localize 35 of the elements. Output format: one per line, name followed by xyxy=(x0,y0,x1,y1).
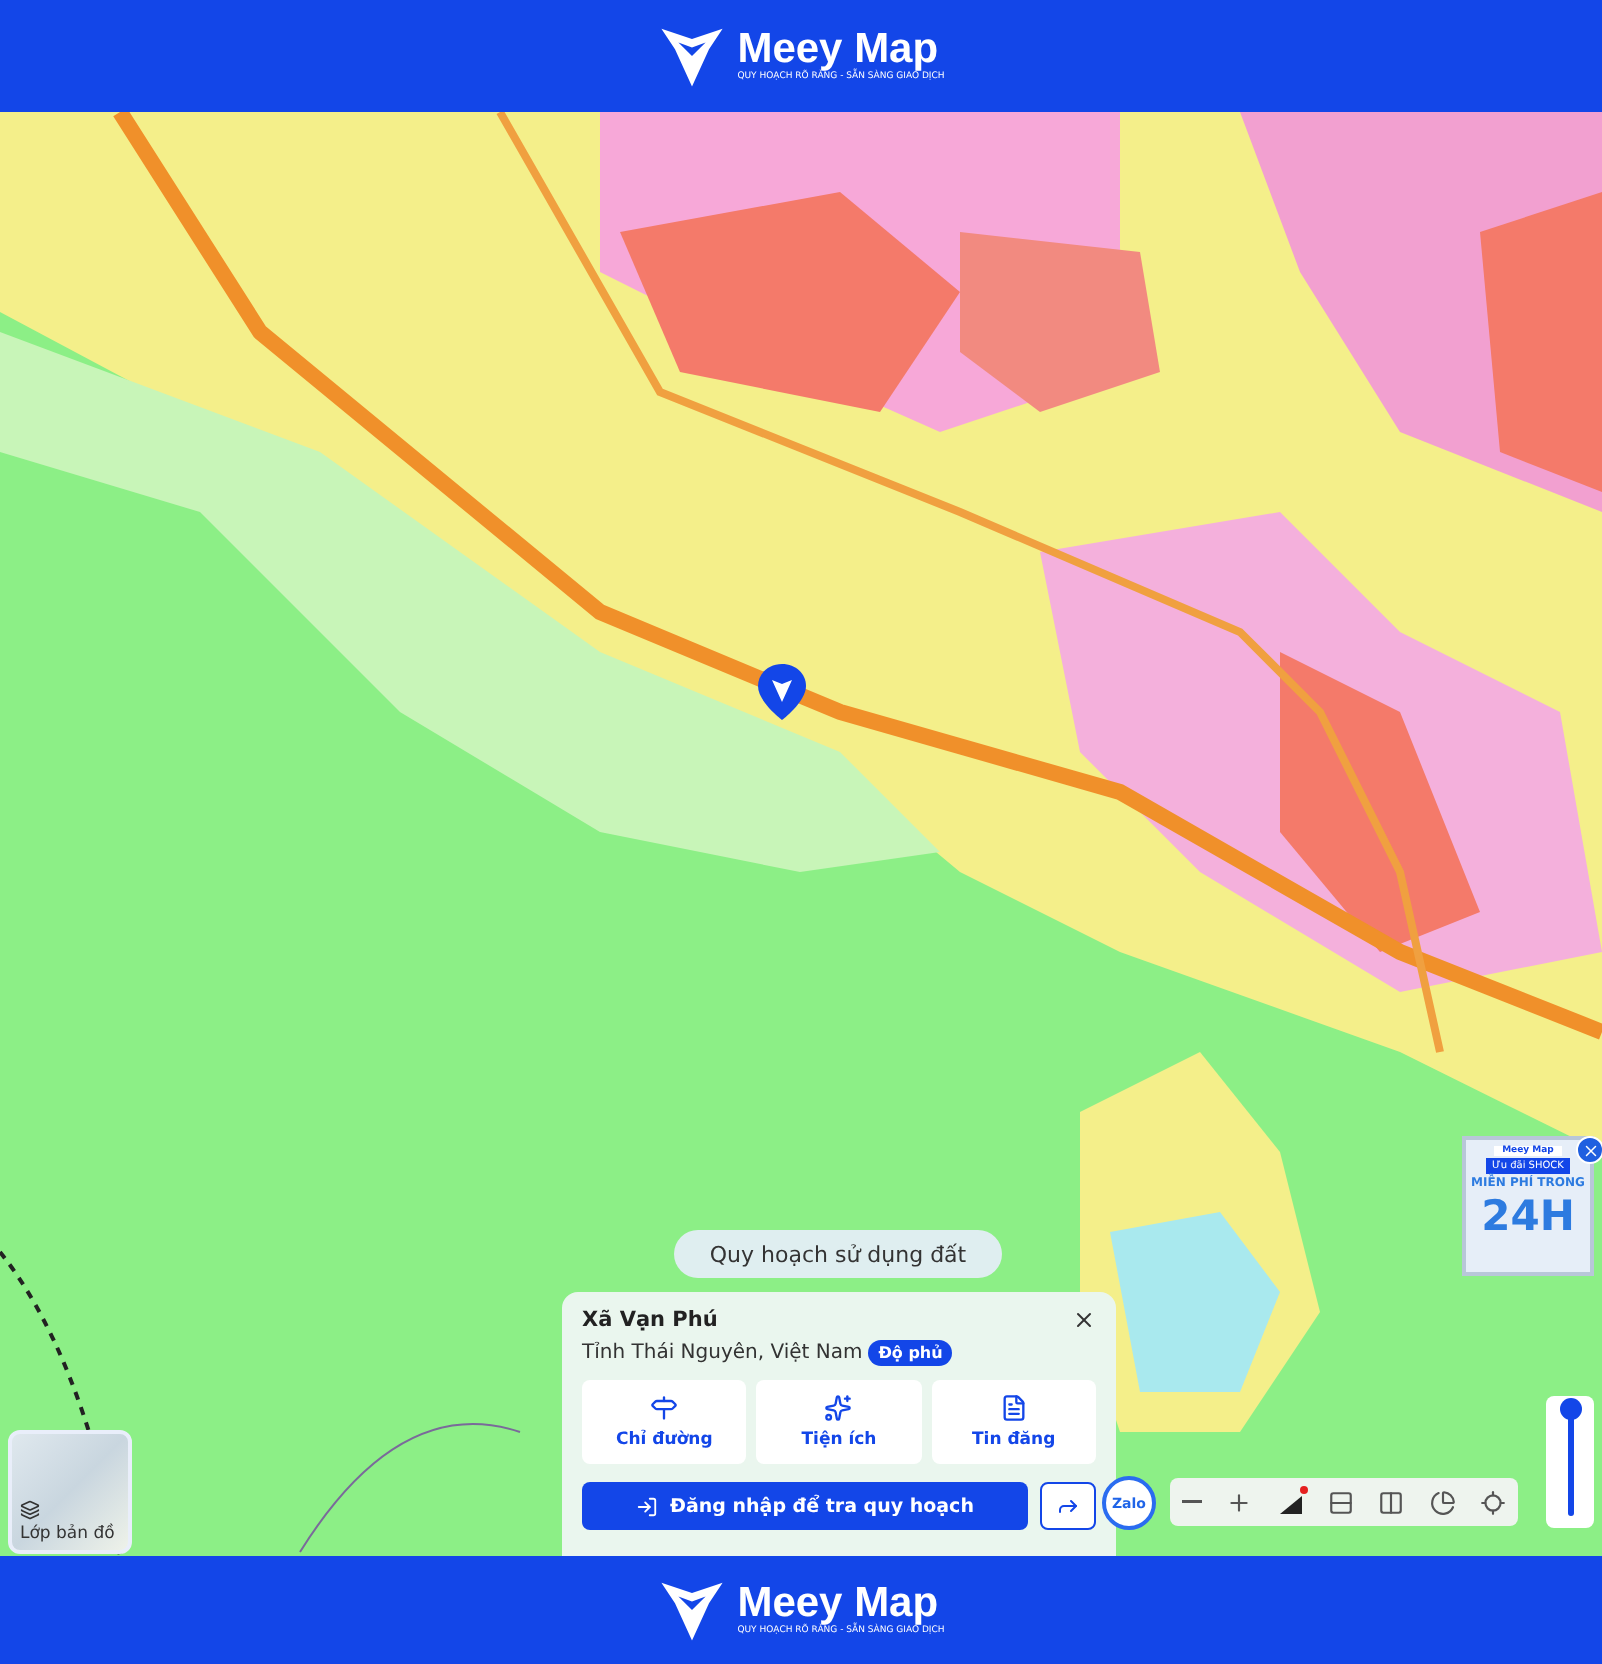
login-button[interactable]: Đăng nhập để tra quy hoạch xyxy=(582,1482,1028,1530)
locate-button[interactable] xyxy=(1479,1489,1506,1515)
pie-chart-button[interactable] xyxy=(1429,1489,1456,1515)
close-button[interactable] xyxy=(1072,1308,1096,1332)
rows-button[interactable] xyxy=(1327,1489,1354,1515)
opacity-slider[interactable] xyxy=(1546,1396,1594,1528)
close-icon xyxy=(1072,1308,1096,1332)
plus-icon xyxy=(1226,1489,1253,1515)
action-button[interactable]: Tin đăng xyxy=(931,1380,1096,1464)
pie-chart-icon xyxy=(1429,1489,1456,1515)
share-button[interactable] xyxy=(1040,1482,1096,1530)
share-icon xyxy=(1056,1494,1080,1518)
map-layers-button[interactable]: Lớp bản đồ xyxy=(8,1430,132,1554)
sparkle-icon xyxy=(824,1394,853,1422)
action-button[interactable]: Chỉ đường xyxy=(582,1380,747,1464)
login-icon xyxy=(636,1495,659,1517)
signpost-icon xyxy=(650,1394,679,1422)
map-style-button[interactable] xyxy=(1277,1489,1304,1515)
locate-icon xyxy=(1479,1489,1506,1515)
place-address: Tỉnh Thái Nguyên, Việt Nam xyxy=(582,1342,863,1364)
columns-icon xyxy=(1378,1489,1405,1515)
action-button[interactable]: Tiện ích xyxy=(756,1380,922,1464)
place-title: Xã Vạn Phú xyxy=(582,1308,718,1332)
minus-icon xyxy=(1182,1500,1203,1504)
slider-thumb[interactable] xyxy=(1559,1398,1581,1420)
coverage-badge[interactable]: Độ phủ xyxy=(868,1340,953,1366)
close-icon xyxy=(1581,1141,1599,1159)
promo-duration: 24H xyxy=(1481,1192,1575,1240)
columns-button[interactable] xyxy=(1378,1489,1405,1515)
rows-icon xyxy=(1327,1489,1354,1515)
document-icon xyxy=(999,1394,1028,1422)
zoom-in-button[interactable] xyxy=(1226,1489,1253,1515)
layer-name-chip[interactable]: Quy hoạch sử dụng đất xyxy=(674,1230,1002,1278)
location-pin-icon xyxy=(756,662,808,722)
layers-icon xyxy=(20,1500,40,1520)
